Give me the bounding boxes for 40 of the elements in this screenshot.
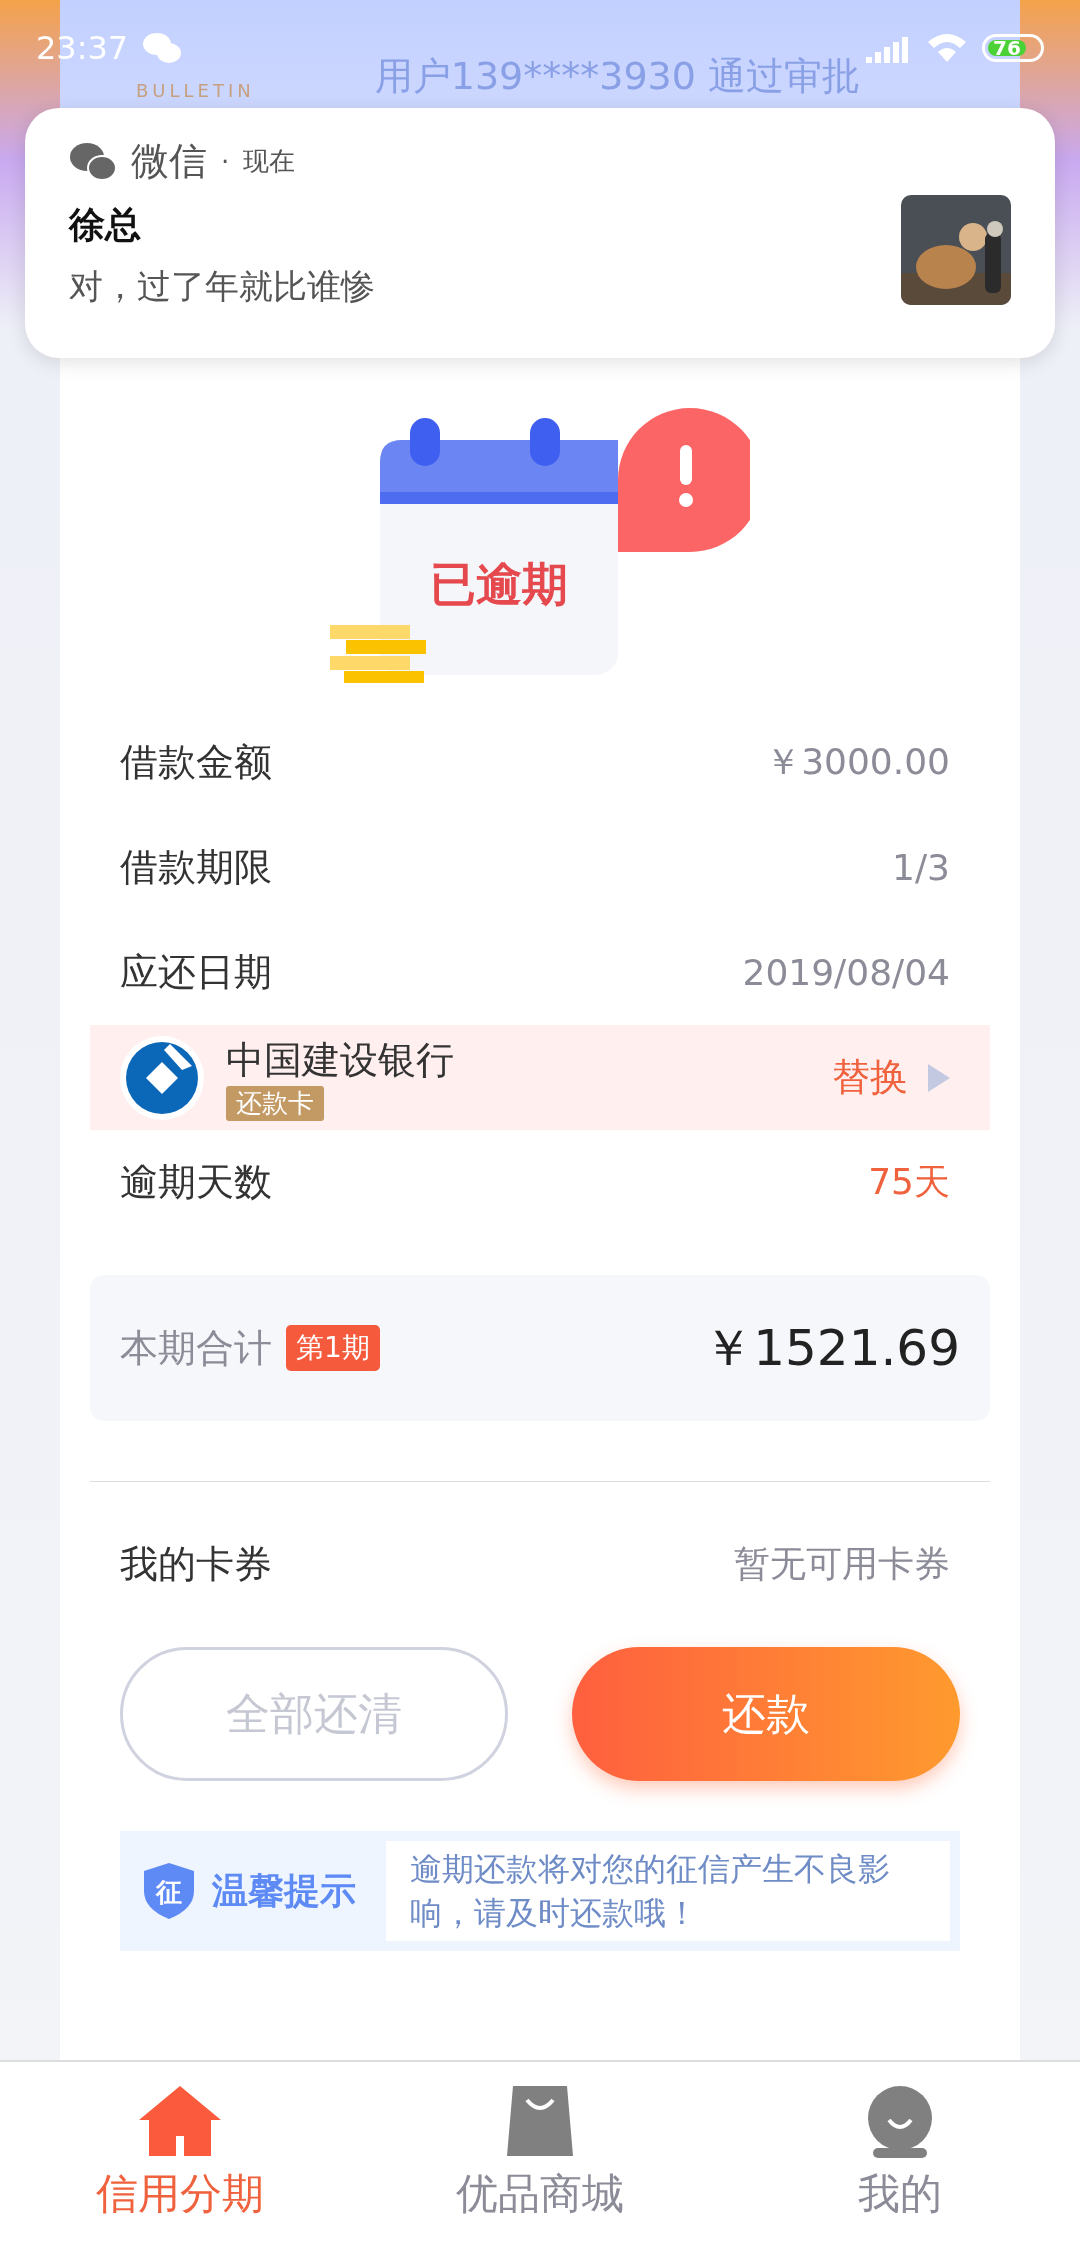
notification-time: 现在 — [243, 145, 296, 178]
detail-label: 逾期天数 — [120, 1159, 272, 1206]
detail-value: ￥3000.00 — [765, 740, 950, 784]
coupon-value[interactable]: 暂无可用卡券 — [734, 1540, 950, 1589]
notification-card[interactable]: 微信 · 现在 徐总 对，过了年就比谁惨 — [25, 108, 1055, 358]
total-label: 本期合计 — [120, 1324, 272, 1372]
bulletin-logo-subtitle: BULLETIN — [136, 80, 255, 101]
overdue-days: 75天 — [868, 1158, 950, 1207]
tab[interactable]: 信用分期 — [0, 2062, 360, 2244]
notification-message: 对，过了年就比谁惨 — [69, 265, 375, 308]
shield-icon: 征 — [142, 1861, 196, 1921]
notification-sender: 徐总 — [69, 203, 142, 247]
ticker-text: 用户139****3930 通过审批 — [374, 53, 861, 100]
bank-name: 中国建设银行 — [226, 1036, 454, 1084]
period-badge: 第1期 — [286, 1325, 380, 1371]
bank-card-row[interactable]: 中国建设银行 还款卡 替换 — [90, 1025, 990, 1130]
overdue-calendar-drawing: 已逾期 — [330, 400, 750, 690]
tab[interactable]: 优品商城 — [360, 2062, 720, 2244]
detail-label: 借款期限 — [120, 844, 272, 891]
wifi-icon — [926, 32, 968, 64]
chat-icon — [142, 31, 183, 65]
detail-value: 2019/08/04 — [742, 952, 950, 993]
detail-label: 应还日期 — [120, 949, 272, 996]
bank-logo-icon — [120, 1035, 204, 1120]
total-amount: ￥1521.69 — [703, 1317, 960, 1379]
detail-label: 借款金额 — [120, 739, 272, 786]
tip-title: 温馨提示 — [212, 1868, 356, 1913]
notification-app: 微信 — [131, 138, 207, 185]
battery-icon: 76 — [982, 34, 1044, 62]
tip-text: 逾期还款将对您的征信产生不良影响，请及时还款哦！ — [386, 1841, 950, 1941]
separator-dot: · — [221, 146, 230, 177]
detail-value: 1/3 — [892, 847, 950, 888]
replace-link[interactable]: 替换 — [832, 1052, 908, 1103]
caret-icon — [928, 1063, 950, 1092]
repay-button[interactable]: 还款 — [572, 1647, 960, 1781]
tab[interactable]: 我的 — [720, 2062, 1080, 2244]
repay-all-button[interactable]: 全部还清 — [120, 1647, 508, 1781]
repayment-card-tag: 还款卡 — [226, 1085, 324, 1121]
chat-icon — [69, 141, 117, 182]
coupon-label: 我的卡券 — [120, 1541, 272, 1588]
